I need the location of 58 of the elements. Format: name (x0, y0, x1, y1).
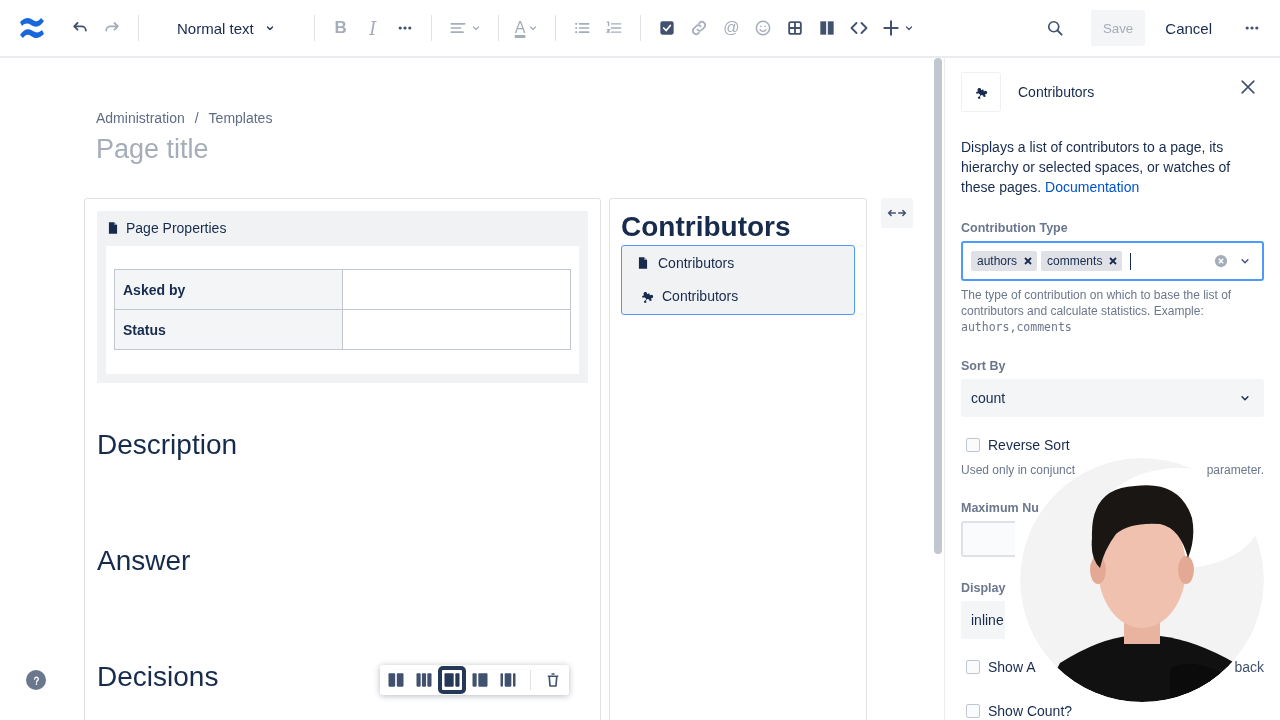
remove-icon (1108, 256, 1119, 266)
scrollbar[interactable] (934, 58, 942, 554)
macro-description: Displays a list of contributors to a page, its hierarchy or selected spaces, or watches of these pages. Documentation (961, 138, 1232, 197)
documentation-link[interactable]: Documentation (1045, 179, 1140, 195)
tag[interactable]: authors (971, 251, 1038, 271)
layout-option-button[interactable] (440, 668, 464, 692)
checkbox-label: Reverse Sort (988, 437, 1070, 453)
macro-title: Page Properties (126, 219, 227, 236)
more-icon (397, 26, 412, 30)
field-label: Display (961, 581, 1006, 595)
checkbox[interactable] (966, 660, 980, 674)
field-label: Maximum Nu (961, 501, 1039, 515)
code-example: authors,comments (961, 319, 1072, 335)
layout-icon (470, 670, 490, 690)
feedback-link[interactable]: back (1234, 659, 1264, 675)
cancel-button[interactable]: Cancel (1155, 10, 1222, 46)
remove-icon (1023, 256, 1034, 266)
section-heading: Description (97, 429, 238, 462)
section-heading: Answer (97, 545, 191, 578)
page-icon (106, 220, 120, 235)
layout-icon (498, 670, 518, 690)
contributors-macro[interactable]: Contributors Contributors (621, 245, 855, 315)
checkbox[interactable] (966, 704, 980, 718)
breadcrumb-separator: / (194, 110, 199, 126)
table-cell: Asked by (114, 269, 343, 310)
macro-title: Contributors (658, 254, 735, 271)
panel-title: Contributors (1018, 84, 1096, 100)
checkbox-label: Show A (988, 659, 1036, 675)
column-heading: Contributors (621, 211, 792, 243)
select-field[interactable]: count (961, 379, 1264, 417)
more-icon (1245, 26, 1259, 30)
table-cell: Status (114, 309, 343, 350)
hint-text: parameter. (1206, 463, 1264, 477)
section-heading: Decisions (97, 661, 219, 694)
puzzle-icon (974, 85, 988, 99)
help-button[interactable] (26, 670, 46, 690)
select-field[interactable]: inline (961, 601, 1005, 639)
multi-select-field[interactable]: authors comments (961, 241, 1264, 281)
page-icon (636, 255, 650, 270)
expand-width-button[interactable] (881, 198, 913, 228)
breadcrumb-link[interactable]: Administration (96, 110, 185, 126)
page-properties-macro[interactable]: Page Properties Asked by Status (97, 211, 588, 383)
checkbox[interactable] (966, 438, 980, 452)
layout-icon (442, 670, 462, 690)
layout-icon (386, 670, 406, 690)
field-label: Sort By (961, 359, 1006, 373)
breadcrumb-link[interactable]: Templates (208, 110, 273, 126)
tag[interactable]: comments (1041, 251, 1123, 271)
hint-text: Used only in conjunct (961, 463, 1076, 477)
input-field[interactable] (961, 521, 1015, 557)
text-cursor (1130, 252, 1132, 270)
macro-name: Contributors (662, 287, 739, 304)
text-style-dropdown[interactable]: Normal text (167, 12, 286, 44)
layout-icon (414, 670, 434, 690)
hint-text: The type of contribution on which to base the list of contributors and calculate statistics. Example: (961, 288, 1232, 318)
field-label: Contribution Type (961, 221, 1068, 235)
double-arrow-icon (887, 208, 907, 218)
checkbox-label: Show Count? (988, 703, 1073, 719)
